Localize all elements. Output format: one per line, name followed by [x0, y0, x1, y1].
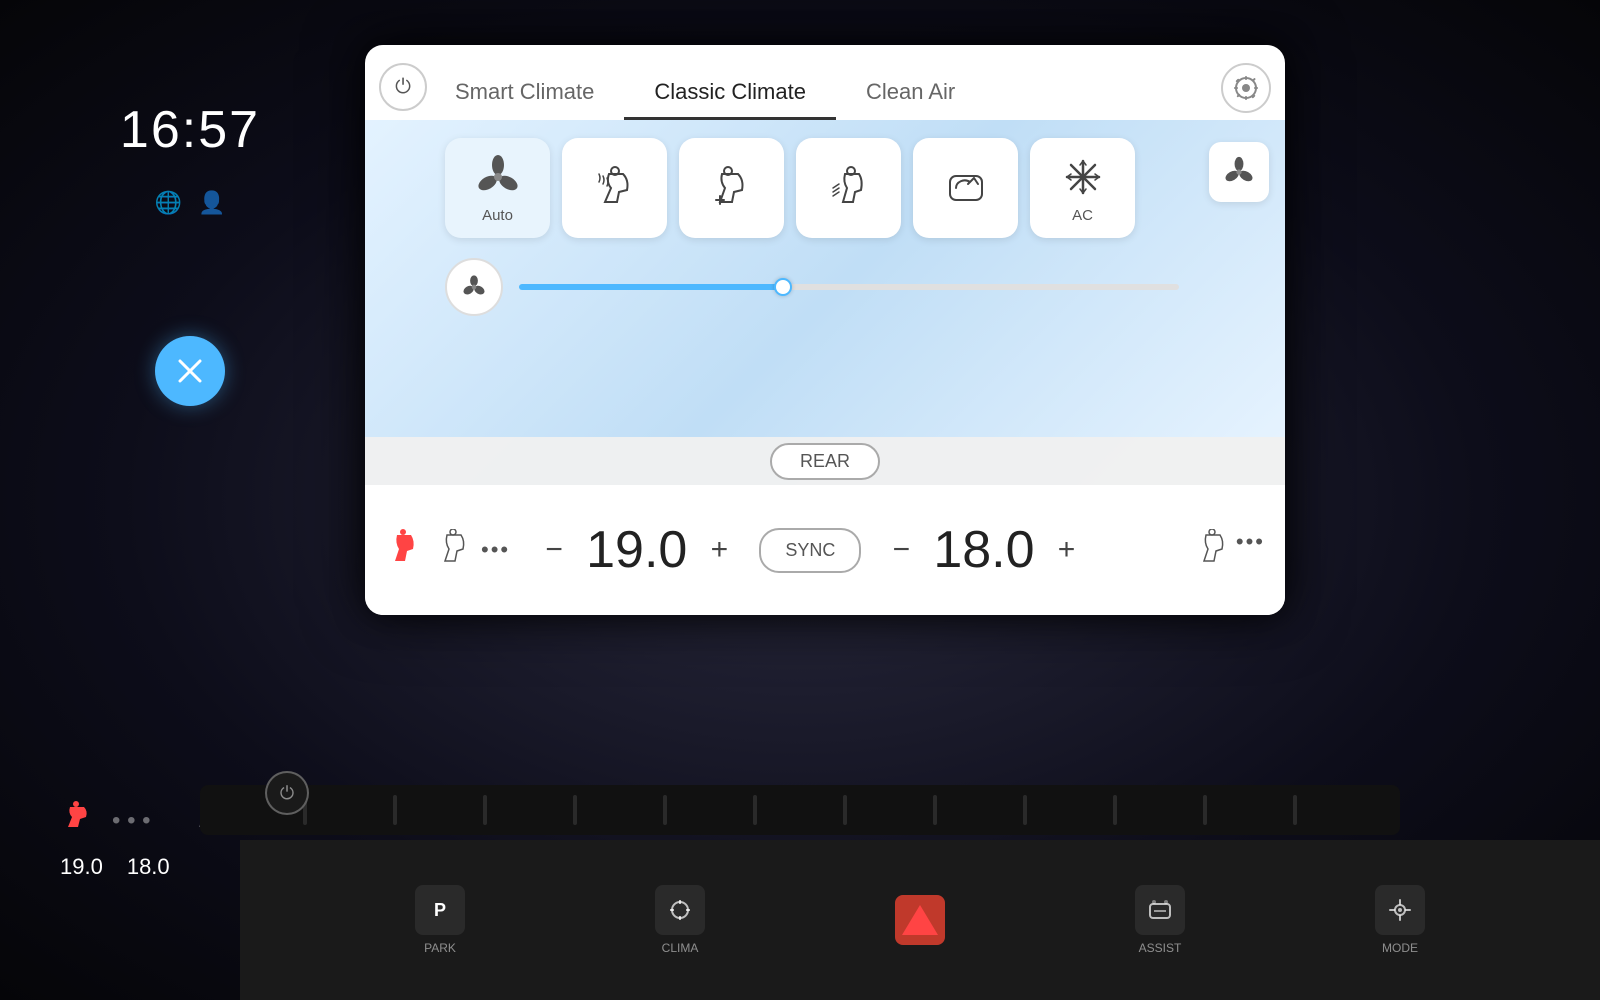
- seat-ventilate-button[interactable]: [796, 138, 901, 238]
- rear-divider: REAR: [365, 437, 1285, 485]
- auto-fan-button[interactable]: Auto: [445, 138, 550, 238]
- ac-button[interactable]: AC: [1030, 138, 1135, 238]
- physical-controls: P PARK CLIMA ASS: [240, 840, 1600, 1000]
- bottom-left-seat-icon[interactable]: [385, 525, 423, 576]
- vent-slot-7: [843, 795, 847, 825]
- fan-speed-thumb[interactable]: [774, 278, 792, 296]
- rear-button[interactable]: REAR: [770, 443, 880, 480]
- assist-icon: [1135, 885, 1185, 935]
- side-right-temp: 18.0: [127, 854, 170, 880]
- mode-label: MODE: [1382, 941, 1418, 955]
- vent-slot-5: [663, 795, 667, 825]
- fan-speed-slider[interactable]: [519, 284, 1179, 290]
- right-fan-btn[interactable]: [1209, 142, 1269, 202]
- screen: ⏻ Smart Climate Classic Climate Clean Ai…: [365, 45, 1285, 615]
- p-icon: P: [415, 885, 465, 935]
- clima-icon: [655, 885, 705, 935]
- vent-slot-9: [1023, 795, 1027, 825]
- globe-icon: 🌐: [155, 190, 182, 216]
- right-temp-value: 18.0: [933, 520, 1034, 580]
- side-temp-labels: 19.0 18.0: [60, 854, 170, 880]
- vent-slot-6: [753, 795, 757, 825]
- bottom-left-dots[interactable]: •••: [481, 537, 510, 563]
- fan-right-area: [1209, 142, 1269, 202]
- bottom-controls: ••• − 19.0 + SYNC − 18.0 + •••: [365, 485, 1285, 615]
- side-left-temp: 19.0: [60, 854, 103, 880]
- bottom-right-seat-icon[interactable]: [1198, 529, 1228, 572]
- hazard-icon: [895, 895, 945, 945]
- hazard-button-phys[interactable]: [895, 895, 945, 945]
- p-label: PARK: [424, 941, 456, 955]
- mode-button-phys[interactable]: MODE: [1375, 885, 1425, 955]
- lower-power-button[interactable]: ⏻: [265, 771, 309, 815]
- right-temp-control: − 18.0 +: [881, 520, 1086, 580]
- vent-slot-10: [1113, 795, 1117, 825]
- power-button[interactable]: ⏻: [379, 63, 427, 111]
- seat-adjust-button[interactable]: [679, 138, 784, 238]
- tab-clean-air[interactable]: Clean Air: [836, 67, 985, 120]
- seat-heat-left-button[interactable]: [562, 138, 667, 238]
- left-seat-heat-icon: [60, 799, 92, 842]
- hazard-triangle: [902, 905, 938, 935]
- tab-bar: Smart Climate Classic Climate Clean Air: [425, 45, 1225, 120]
- bottom-left-seat-icon2[interactable]: [435, 525, 473, 576]
- vent-slot-2: [393, 795, 397, 825]
- tab-smart-climate[interactable]: Smart Climate: [425, 67, 624, 120]
- profile-icon: 👤: [198, 190, 225, 216]
- recirc-button[interactable]: [913, 138, 1018, 238]
- right-temp-decrease[interactable]: −: [881, 530, 921, 570]
- right-seat-icons: •••: [1198, 529, 1265, 572]
- lower-power-area: ⏻: [265, 771, 309, 815]
- left-temp-value: 19.0: [586, 520, 687, 580]
- p-button-phys[interactable]: P PARK: [415, 885, 465, 955]
- fan-speed-button[interactable]: [445, 258, 503, 316]
- vent-area: [200, 785, 1400, 835]
- vent-slot-3: [483, 795, 487, 825]
- vent-slot-11: [1203, 795, 1207, 825]
- time-display: 16:57: [120, 100, 260, 160]
- status-icons: 🌐 👤: [155, 190, 226, 216]
- left-temp-decrease[interactable]: −: [534, 530, 574, 570]
- clima-button-phys[interactable]: CLIMA: [655, 885, 705, 955]
- icon-buttons-row: Auto: [365, 120, 1285, 238]
- close-button[interactable]: [155, 336, 225, 406]
- left-temp-increase[interactable]: +: [699, 530, 739, 570]
- bottom-right-dots[interactable]: •••: [1236, 529, 1265, 572]
- assist-button-phys[interactable]: ASSIST: [1135, 885, 1185, 955]
- auto-fan-label: Auto: [482, 207, 513, 224]
- right-temp-increase[interactable]: +: [1047, 530, 1087, 570]
- clima-label: CLIMA: [662, 941, 699, 955]
- left-seat-dots: • • •: [112, 807, 151, 835]
- settings-button[interactable]: [1221, 63, 1271, 113]
- fan-slider-row: [365, 238, 1285, 316]
- tab-classic-climate[interactable]: Classic Climate: [624, 67, 836, 120]
- content-area: Auto: [365, 120, 1285, 485]
- sync-button[interactable]: SYNC: [759, 528, 861, 573]
- ac-label: AC: [1072, 207, 1093, 224]
- mode-icon: [1375, 885, 1425, 935]
- vent-slot-8: [933, 795, 937, 825]
- vent-slot-4: [573, 795, 577, 825]
- vent-slot-12: [1293, 795, 1297, 825]
- left-temp-control: − 19.0 +: [534, 520, 739, 580]
- assist-label: ASSIST: [1139, 941, 1182, 955]
